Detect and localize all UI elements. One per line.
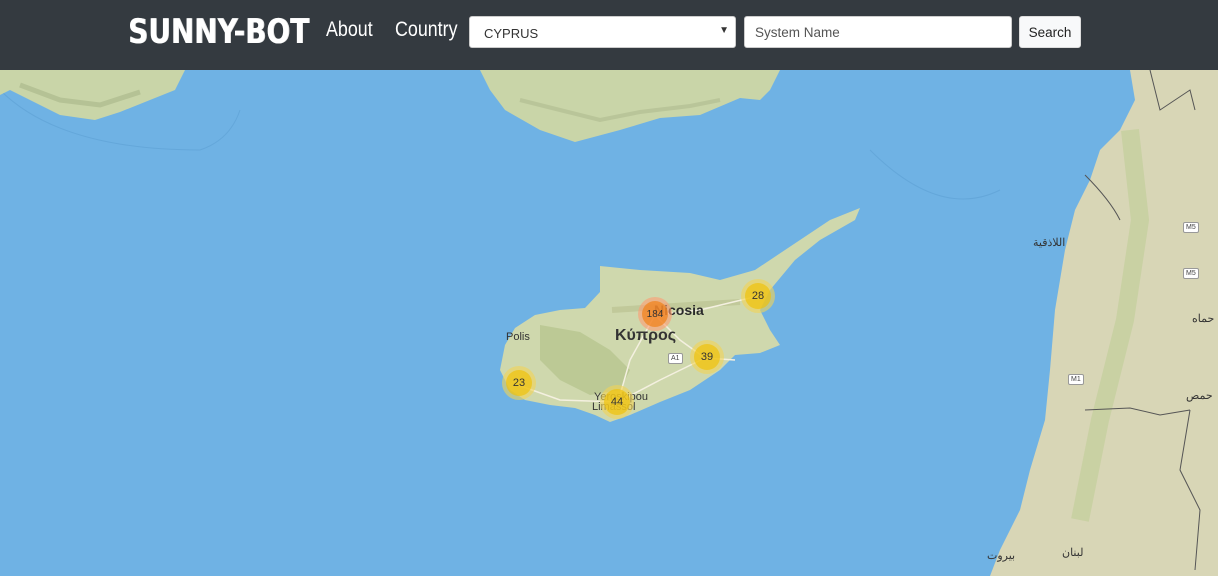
- cluster-count: 44: [604, 389, 630, 415]
- cluster-marker-nicosia[interactable]: 184: [638, 297, 672, 331]
- chevron-down-icon: ▼: [719, 25, 729, 36]
- cluster-marker-limassol[interactable]: 44: [600, 385, 634, 419]
- cluster-count: 39: [694, 344, 720, 370]
- cluster-count: 23: [506, 370, 532, 396]
- label-kypros: Κύπρος: [615, 327, 677, 344]
- road-shield-m5-south: M5: [1183, 268, 1199, 279]
- cluster-count: 184: [642, 301, 668, 327]
- map-tiles: [0, 70, 1218, 576]
- navbar: SUNNY-BOT About Country CYPRUS ▼ Search: [0, 0, 1218, 70]
- cluster-marker-larnaca[interactable]: 39: [690, 340, 724, 374]
- country-select[interactable]: CYPRUS ▼: [469, 16, 736, 48]
- label-latakia: اللاذقية: [1033, 237, 1066, 249]
- brand-logo[interactable]: SUNNY-BOT: [128, 12, 309, 52]
- label-lebanon: لبنان: [1062, 547, 1084, 559]
- road-shield-a1: A1: [668, 353, 683, 364]
- label-homs: حمص: [1186, 390, 1213, 402]
- search-button[interactable]: Search: [1019, 16, 1081, 48]
- system-name-input[interactable]: [744, 16, 1012, 48]
- label-polis: Polis: [506, 331, 530, 343]
- road-shield-m5-north: M5: [1183, 222, 1199, 233]
- nav-about-link[interactable]: About: [326, 18, 373, 42]
- country-select-value: CYPRUS: [484, 26, 539, 41]
- label-beirut: بيروت: [987, 550, 1016, 562]
- cluster-marker-east[interactable]: 28: [741, 279, 775, 313]
- map[interactable]: Nicosia Κύπρος Polis Yeroskipou Limassol…: [0, 70, 1218, 576]
- road-shield-m1: M1: [1068, 374, 1084, 385]
- label-hama: حماه: [1192, 313, 1215, 325]
- cluster-count: 28: [745, 283, 771, 309]
- nav-country-link[interactable]: Country: [395, 18, 458, 42]
- cluster-marker-paphos[interactable]: 23: [502, 366, 536, 400]
